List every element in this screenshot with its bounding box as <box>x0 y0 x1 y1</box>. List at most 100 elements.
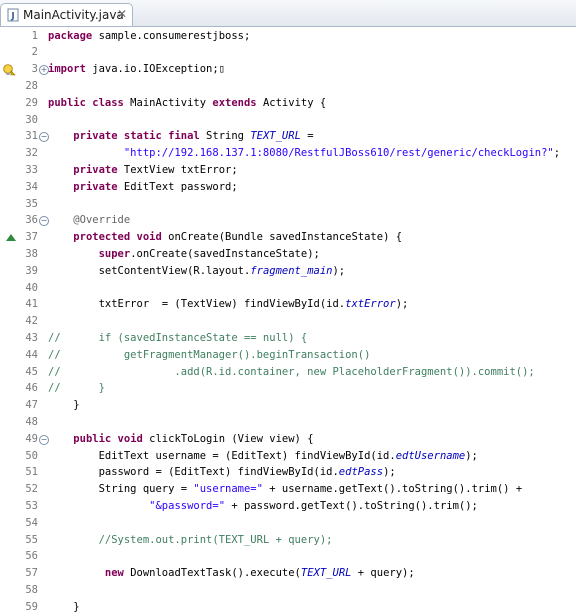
code-line[interactable]: 42 <box>0 313 576 330</box>
code-line[interactable]: 36− @Override <box>0 212 576 229</box>
code-text: //System.out.print(TEXT_URL + query); <box>48 532 333 549</box>
line-number: 54 <box>25 516 38 529</box>
code-token: "&password=" <box>149 499 226 512</box>
code-text: "http://192.168.137.1:8080/RestfulJBoss6… <box>48 145 560 162</box>
code-line[interactable]: 29 public class MainActivity extends Acti… <box>0 95 576 112</box>
code-line[interactable]: 44 // getFragmentManager().beginTransacti… <box>0 347 576 364</box>
code-token: + username.getText().toString().trim() + <box>262 483 523 496</box>
line-number: 51 <box>25 466 38 479</box>
code-token: + query); <box>351 567 415 580</box>
line-number: 45 <box>25 365 38 378</box>
code-token: private static final <box>73 130 200 143</box>
code-line[interactable]: 55 //System.out.print(TEXT_URL + query); <box>0 532 576 549</box>
code-line[interactable]: 1 package sample.consumerestjboss; <box>0 28 576 45</box>
code-line[interactable]: 3 + import java.io.IOException;▯ <box>0 61 576 78</box>
line-number: 38 <box>25 247 38 260</box>
code-token: EditText password; <box>117 180 238 193</box>
code-line[interactable]: 38 super.onCreate(savedInstanceState); <box>0 246 576 263</box>
code-line[interactable]: 33 private TextView txtError; <box>0 162 576 179</box>
code-line[interactable]: 40 <box>0 280 576 297</box>
svg-text:J: J <box>10 12 14 22</box>
code-line[interactable]: 39 setContentView(R.layout.fragment_main… <box>0 263 576 280</box>
code-line[interactable]: 53 "&password=" + password.getText().toS… <box>0 498 576 515</box>
code-line[interactable]: 34 private EditText password; <box>0 179 576 196</box>
line-number: 50 <box>25 449 38 462</box>
code-text: EditText username = (EditText) findViewB… <box>48 448 478 465</box>
code-editor[interactable]: 1 package sample.consumerestjboss; 2 3 + impo… <box>0 27 576 613</box>
close-icon[interactable]: ✕ <box>115 7 129 21</box>
code-text: password = (EditText) findViewById(id.ed… <box>48 464 396 481</box>
code-token: edtPass <box>338 466 384 479</box>
line-number: 36 <box>25 214 38 227</box>
code-line[interactable]: 45 // .add(R.id.container, new Placeholde… <box>0 364 576 381</box>
line-number: 40 <box>25 281 38 294</box>
line-number: 30 <box>25 113 38 126</box>
code-line[interactable]: 31− private static final String TEXT_URL… <box>0 128 576 145</box>
code-line[interactable]: 57 new DownloadTextTask().execute(TEXT_U… <box>0 565 576 582</box>
code-line[interactable]: 28 <box>0 78 576 95</box>
code-line[interactable]: 50 EditText username = (EditText) findVi… <box>0 448 576 465</box>
tab-main-activity[interactable]: J MainActivity.java ✕ <box>0 3 133 26</box>
code-text: protected void onCreate(Bundle savedInst… <box>48 229 402 246</box>
code-text: } <box>48 397 80 414</box>
code-token: .onCreate(savedInstanceState); <box>130 247 320 260</box>
code-token: password = (EditText) findViewById(id. <box>48 466 339 479</box>
code-line[interactable]: 41 txtError = (TextView) findViewById(id… <box>0 296 576 313</box>
code-line[interactable]: 51 password = (EditText) findViewById(id… <box>0 464 576 481</box>
line-number: 41 <box>25 298 38 311</box>
code-line[interactable]: 59 } <box>0 599 576 615</box>
code-token: MainActivity <box>123 96 213 109</box>
line-number: 48 <box>25 415 38 428</box>
code-text: "&password=" + password.getText().toStri… <box>48 498 478 515</box>
code-line[interactable]: 56 <box>0 548 576 565</box>
code-text: // } <box>48 380 105 397</box>
code-line[interactable]: 58 <box>0 582 576 599</box>
code-token: DownloadTextTask().execute( <box>123 567 301 580</box>
code-token: protected void <box>73 231 162 244</box>
code-line[interactable]: 46 // } <box>0 380 576 397</box>
code-text: private static final String TEXT_URL = <box>48 128 313 145</box>
line-number: 53 <box>25 499 38 512</box>
code-text: public void clickToLogin (View view) { <box>48 431 314 448</box>
code-line[interactable]: 43 // if (savedInstanceState == null) { <box>0 330 576 347</box>
code-token: EditText username = (EditText) findViewB… <box>48 449 396 462</box>
code-text: private TextView txtError; <box>48 162 238 179</box>
code-line[interactable]: 52 String query = "username=" + username… <box>0 481 576 498</box>
code-line[interactable]: 47 } <box>0 397 576 414</box>
code-token: import <box>48 63 86 76</box>
line-number: 55 <box>25 533 38 546</box>
code-token: Activity { <box>256 96 327 109</box>
code-token: ); <box>332 264 346 277</box>
code-line[interactable]: 32 "http://192.168.137.1:8080/RestfulJBo… <box>0 145 576 162</box>
code-text: String query = "username=" + username.ge… <box>48 481 523 498</box>
code-token: onCreate(Bundle savedInstanceState) { <box>161 231 403 244</box>
code-token: clickToLogin (View view) { <box>142 432 314 445</box>
code-token: } <box>48 399 80 412</box>
code-token: java.io.IOException; <box>85 63 219 76</box>
code-line[interactable]: 37 protected void onCreate(Bundle savedI… <box>0 229 576 246</box>
code-token: ▯ <box>218 63 226 76</box>
code-text: public class MainActivity extends Activi… <box>48 95 326 112</box>
code-line[interactable]: 49− public void clickToLogin (View view)… <box>0 431 576 448</box>
code-line[interactable]: 35 <box>0 196 576 213</box>
code-text: private EditText password; <box>48 179 238 196</box>
code-line[interactable]: 30 <box>0 112 576 129</box>
code-token: + password.getText().toString().trim(); <box>225 499 478 512</box>
code-token: // .add(R.id.container, new PlaceholderF… <box>48 365 535 378</box>
code-text: txtError = (TextView) findViewById(id.tx… <box>48 296 409 313</box>
code-line[interactable]: 48 <box>0 414 576 431</box>
line-number: 43 <box>25 331 38 344</box>
code-token: "http://192.168.137.1:8080/RestfulJBoss6… <box>123 147 554 160</box>
code-token: TextView txtError; <box>117 163 238 176</box>
code-line[interactable]: 54 <box>0 515 576 532</box>
code-line[interactable]: 2 <box>0 44 576 61</box>
code-token: ); <box>395 298 409 311</box>
